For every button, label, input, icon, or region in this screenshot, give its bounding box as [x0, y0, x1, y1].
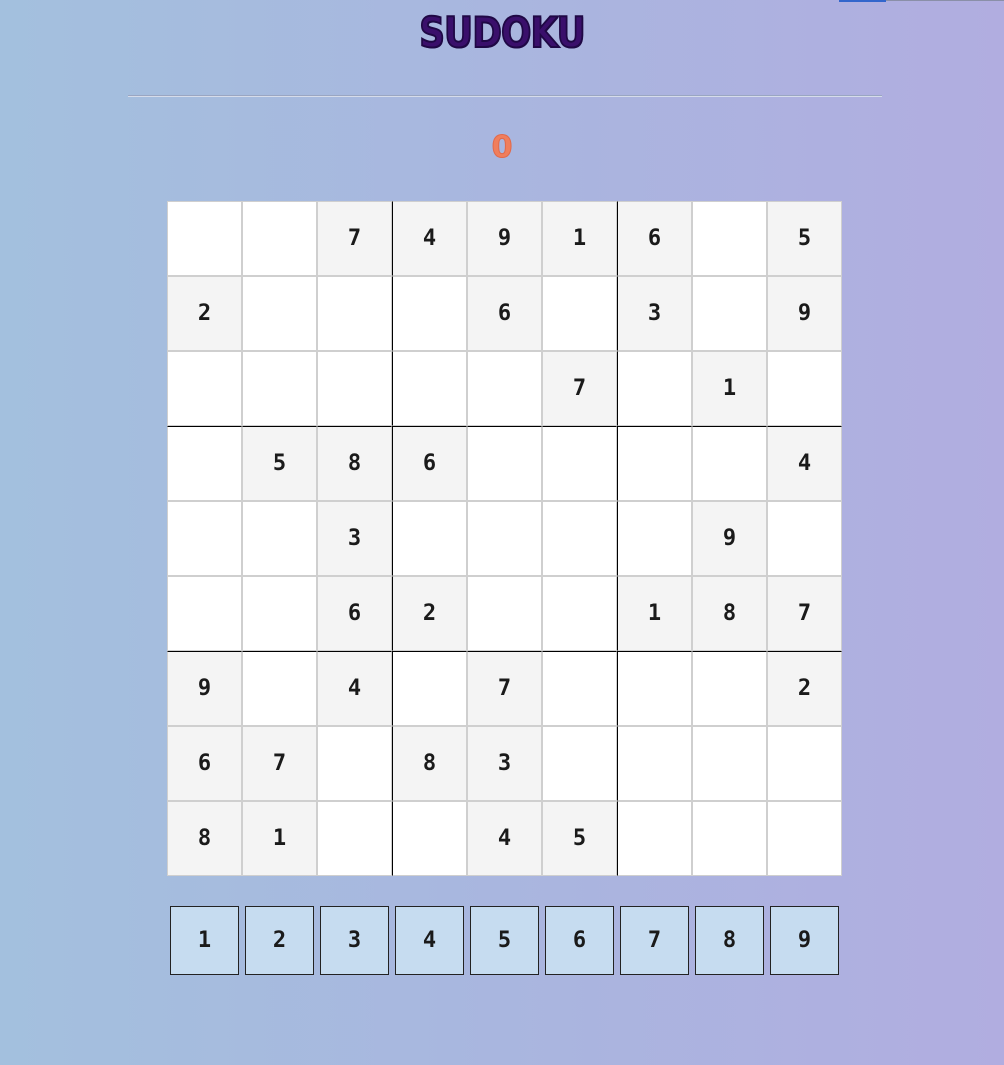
- sudoku-cell[interactable]: [692, 726, 767, 801]
- sudoku-cell[interactable]: 4: [317, 651, 392, 726]
- top-tab-indicator: [839, 0, 886, 2]
- sudoku-cell[interactable]: [467, 351, 542, 426]
- sudoku-cell[interactable]: 8: [392, 726, 467, 801]
- sudoku-cell[interactable]: [467, 501, 542, 576]
- sudoku-cell[interactable]: 9: [692, 501, 767, 576]
- sudoku-cell[interactable]: [392, 276, 467, 351]
- sudoku-cell[interactable]: [542, 276, 617, 351]
- sudoku-cell[interactable]: [542, 576, 617, 651]
- sudoku-cell[interactable]: 7: [767, 576, 842, 651]
- sudoku-cell[interactable]: 5: [542, 801, 617, 876]
- number-button[interactable]: 4: [395, 906, 464, 975]
- sudoku-cell[interactable]: 2: [392, 576, 467, 651]
- sudoku-cell[interactable]: [692, 651, 767, 726]
- sudoku-cell[interactable]: [392, 651, 467, 726]
- sudoku-cell[interactable]: [242, 276, 317, 351]
- sudoku-cell[interactable]: 6: [167, 726, 242, 801]
- sudoku-cell[interactable]: [767, 801, 842, 876]
- number-pad: 123456789: [170, 906, 840, 976]
- sudoku-cell[interactable]: [767, 501, 842, 576]
- sudoku-cell[interactable]: [317, 351, 392, 426]
- sudoku-cell[interactable]: [242, 351, 317, 426]
- sudoku-cell[interactable]: [317, 276, 392, 351]
- sudoku-cell[interactable]: 5: [767, 201, 842, 276]
- sudoku-cell[interactable]: [167, 576, 242, 651]
- sudoku-cell[interactable]: 7: [542, 351, 617, 426]
- sudoku-cell[interactable]: 1: [692, 351, 767, 426]
- sudoku-cell[interactable]: [542, 651, 617, 726]
- sudoku-cell[interactable]: [617, 426, 692, 501]
- sudoku-cell[interactable]: 6: [317, 576, 392, 651]
- sudoku-cell[interactable]: 9: [767, 276, 842, 351]
- sudoku-cell[interactable]: [692, 801, 767, 876]
- sudoku-cell[interactable]: 4: [767, 426, 842, 501]
- sudoku-cell[interactable]: [542, 426, 617, 501]
- number-button[interactable]: 7: [620, 906, 689, 975]
- sudoku-cell[interactable]: [542, 501, 617, 576]
- sudoku-cell[interactable]: 6: [467, 276, 542, 351]
- sudoku-cell[interactable]: [242, 501, 317, 576]
- sudoku-cell[interactable]: [767, 726, 842, 801]
- sudoku-cell[interactable]: [617, 801, 692, 876]
- sudoku-cell[interactable]: 2: [767, 651, 842, 726]
- sudoku-cell[interactable]: [542, 726, 617, 801]
- sudoku-cell[interactable]: 5: [242, 426, 317, 501]
- sudoku-cell[interactable]: [167, 351, 242, 426]
- sudoku-cell[interactable]: [617, 351, 692, 426]
- sudoku-cell[interactable]: [242, 651, 317, 726]
- sudoku-cell[interactable]: [617, 501, 692, 576]
- sudoku-board: 74916526397158643962187947267838145: [167, 201, 842, 876]
- sudoku-cell[interactable]: [242, 576, 317, 651]
- sudoku-cell[interactable]: [167, 501, 242, 576]
- number-button[interactable]: 8: [695, 906, 764, 975]
- sudoku-cell[interactable]: [692, 276, 767, 351]
- number-button[interactable]: 1: [170, 906, 239, 975]
- sudoku-cell[interactable]: 8: [692, 576, 767, 651]
- sudoku-cell[interactable]: 8: [317, 426, 392, 501]
- sudoku-cell[interactable]: 3: [467, 726, 542, 801]
- number-button[interactable]: 6: [545, 906, 614, 975]
- sudoku-cell[interactable]: 4: [467, 801, 542, 876]
- sudoku-cell[interactable]: [467, 576, 542, 651]
- sudoku-cell[interactable]: [692, 426, 767, 501]
- sudoku-cell[interactable]: 8: [167, 801, 242, 876]
- sudoku-cell[interactable]: 6: [392, 426, 467, 501]
- number-button[interactable]: 5: [470, 906, 539, 975]
- sudoku-cell[interactable]: 1: [542, 201, 617, 276]
- number-button[interactable]: 2: [245, 906, 314, 975]
- sudoku-cell[interactable]: 1: [242, 801, 317, 876]
- sudoku-cell[interactable]: [767, 351, 842, 426]
- sudoku-cell[interactable]: [392, 351, 467, 426]
- sudoku-cell[interactable]: [242, 201, 317, 276]
- sudoku-cell[interactable]: 7: [242, 726, 317, 801]
- sudoku-cell[interactable]: 4: [392, 201, 467, 276]
- sudoku-cell[interactable]: 3: [617, 276, 692, 351]
- sudoku-cell[interactable]: [167, 426, 242, 501]
- sudoku-cell[interactable]: [392, 801, 467, 876]
- sudoku-cell[interactable]: [617, 726, 692, 801]
- sudoku-cell[interactable]: 9: [467, 201, 542, 276]
- score-counter: 0: [491, 130, 513, 166]
- sudoku-cell[interactable]: 9: [167, 651, 242, 726]
- sudoku-cell[interactable]: 3: [317, 501, 392, 576]
- sudoku-cell[interactable]: [692, 201, 767, 276]
- sudoku-cell[interactable]: [467, 426, 542, 501]
- sudoku-cell[interactable]: [317, 726, 392, 801]
- sudoku-cell[interactable]: 1: [617, 576, 692, 651]
- number-button[interactable]: 9: [770, 906, 839, 975]
- sudoku-cell[interactable]: 6: [617, 201, 692, 276]
- sudoku-cell[interactable]: 2: [167, 276, 242, 351]
- number-button[interactable]: 3: [320, 906, 389, 975]
- top-border-line: [886, 0, 1004, 1]
- sudoku-cell[interactable]: [167, 201, 242, 276]
- sudoku-cell[interactable]: 7: [317, 201, 392, 276]
- sudoku-cell[interactable]: [317, 801, 392, 876]
- game-title: SUDOKU: [418, 7, 586, 58]
- sudoku-cell[interactable]: [617, 651, 692, 726]
- sudoku-cell[interactable]: 7: [467, 651, 542, 726]
- title-divider: [128, 95, 882, 97]
- sudoku-cell[interactable]: [392, 501, 467, 576]
